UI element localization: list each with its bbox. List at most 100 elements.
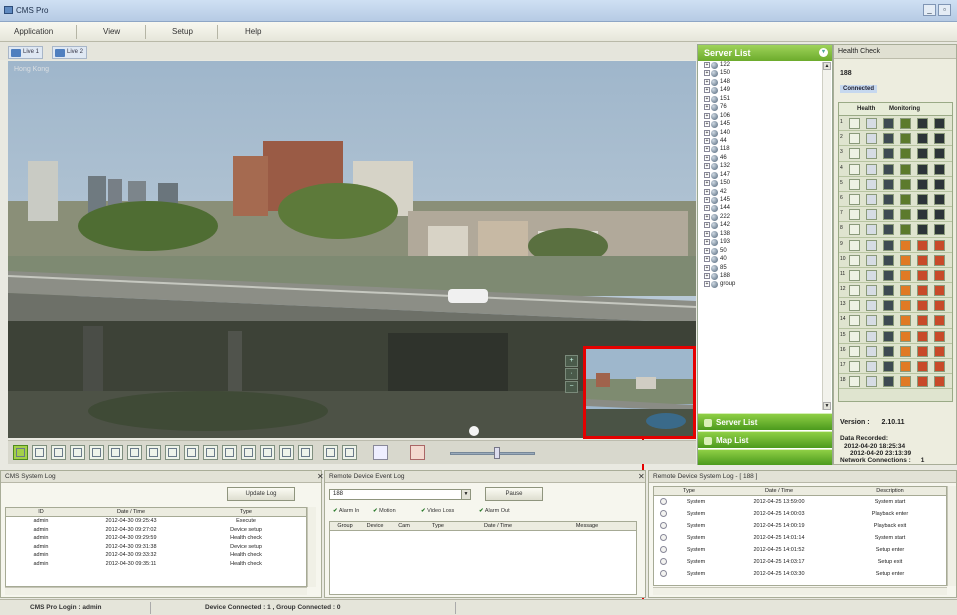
expand-icon[interactable]: +	[704, 272, 710, 279]
expand-icon[interactable]: +	[704, 70, 710, 77]
table-row[interactable]: System 2012-04-25 14:03:30 Setup enter	[654, 568, 946, 580]
collapse-icon[interactable]: ▾	[819, 48, 828, 57]
menu-setup[interactable]: Setup	[172, 27, 193, 36]
filter-alarm-out[interactable]: ✔ Alarm Out	[479, 508, 510, 514]
expand-icon[interactable]: +	[704, 281, 710, 288]
cms-log-horizontal-scrollbar[interactable]	[5, 587, 307, 595]
menu-view[interactable]: View	[103, 27, 120, 36]
server-node[interactable]: +85	[698, 264, 822, 272]
health-row[interactable]: 17	[839, 359, 952, 375]
table-row[interactable]: admin 2012-04-30 09:33:32 Health check	[6, 551, 306, 560]
close-cms-log-icon[interactable]: ✕	[317, 472, 324, 481]
scroll-down-icon[interactable]: ▼	[823, 402, 831, 410]
server-node[interactable]: +46	[698, 154, 822, 162]
table-row[interactable]: System 2012-04-25 14:00:03 Playback enter	[654, 508, 946, 520]
volume-slider-handle[interactable]	[494, 447, 500, 459]
minimize-button[interactable]: _	[923, 4, 936, 16]
picture-in-picture-preview[interactable]	[583, 346, 696, 439]
health-row[interactable]: 18	[839, 374, 952, 390]
tab-live-2[interactable]: Live 2	[52, 46, 88, 59]
expand-icon[interactable]: +	[704, 146, 710, 153]
event-device-select[interactable]: 188 ▼	[329, 489, 471, 500]
volume-slider[interactable]	[450, 452, 535, 455]
table-row[interactable]: System 2012-04-25 14:01:52 Setup enter	[654, 544, 946, 556]
health-row[interactable]: 1	[839, 116, 952, 132]
server-node[interactable]: +140	[698, 129, 822, 137]
close-event-log-icon[interactable]: ✕	[638, 472, 645, 481]
table-row[interactable]: System 2012-04-25 14:00:19 Playback exit	[654, 520, 946, 532]
cms-log-scrollbar[interactable]	[307, 507, 316, 587]
health-row[interactable]: 4	[839, 162, 952, 177]
expand-icon[interactable]: +	[704, 239, 710, 246]
restore-button[interactable]: ▫	[938, 4, 951, 16]
expand-icon[interactable]: +	[704, 87, 710, 94]
layout-1plus7-button[interactable]	[70, 445, 85, 460]
health-row[interactable]: 6	[839, 192, 952, 208]
filter-motion[interactable]: ✔ Motion	[373, 508, 396, 514]
server-node[interactable]: +44	[698, 137, 822, 145]
alarm-bell-icon[interactable]	[373, 445, 388, 460]
expand-icon[interactable]: +	[704, 197, 710, 203]
table-row[interactable]: System 2012-04-25 13:59:00 System start	[654, 496, 946, 508]
ptz-down-button[interactable]: −	[565, 381, 578, 393]
server-node[interactable]: +50	[698, 247, 822, 255]
health-row[interactable]: 9	[839, 238, 952, 253]
server-node[interactable]: +40	[698, 255, 822, 264]
expand-icon[interactable]: +	[704, 78, 710, 85]
layout-13x13-button[interactable]	[298, 445, 313, 460]
health-row[interactable]: 7	[839, 207, 952, 223]
table-row[interactable]: System 2012-04-25 14:01:14 System start	[654, 532, 946, 544]
expand-icon[interactable]: +	[704, 222, 710, 229]
server-node[interactable]: +148	[698, 78, 822, 86]
expand-icon[interactable]: +	[704, 129, 710, 136]
layout-1plus12-button[interactable]	[108, 445, 123, 460]
expand-icon[interactable]: +	[704, 163, 710, 170]
server-node[interactable]: +150	[698, 179, 822, 188]
server-node[interactable]: +138	[698, 230, 822, 238]
layout-12x12-button[interactable]	[279, 445, 294, 460]
server-node[interactable]: +222	[698, 213, 822, 221]
server-list-scrollbar[interactable]: ▲ ▼	[822, 62, 831, 410]
server-node[interactable]: +188	[698, 272, 822, 280]
device-log-horizontal-scrollbar[interactable]	[653, 587, 947, 595]
table-row[interactable]: admin 2012-04-30 09:29:59 Health check	[6, 534, 306, 543]
layout-4x4-button[interactable]	[127, 445, 142, 460]
layout-5x5-button[interactable]	[146, 445, 161, 460]
layout-3x3-button[interactable]	[89, 445, 104, 460]
map-list-button[interactable]: Map List	[698, 431, 832, 448]
server-node[interactable]: +122	[698, 61, 822, 69]
menu-application[interactable]: Application	[14, 27, 53, 36]
health-row[interactable]: 11	[839, 268, 952, 284]
layout-6x6-button[interactable]	[165, 445, 180, 460]
health-row[interactable]: 15	[839, 329, 952, 344]
health-row[interactable]: 14	[839, 313, 952, 329]
server-node[interactable]: +151	[698, 95, 822, 103]
fullscreen-icon[interactable]	[342, 445, 357, 460]
layout-11x11-button[interactable]	[260, 445, 275, 460]
layout-1plus5-button[interactable]	[51, 445, 66, 460]
expand-icon[interactable]: +	[704, 171, 710, 178]
layout-10x10-button[interactable]	[241, 445, 256, 460]
expand-icon[interactable]: +	[704, 154, 710, 161]
layout-7x7-button[interactable]	[184, 445, 199, 460]
scroll-up-icon[interactable]: ▲	[823, 62, 831, 70]
device-log-scrollbar[interactable]	[947, 486, 956, 586]
filter-video-loss[interactable]: ✔ Video Loss	[421, 508, 454, 514]
expand-icon[interactable]: +	[704, 264, 710, 271]
layout-2x2-button[interactable]	[32, 445, 47, 460]
audio-icon[interactable]	[410, 445, 425, 460]
server-node[interactable]: + group	[698, 280, 822, 289]
expand-icon[interactable]: +	[704, 95, 710, 102]
update-log-button[interactable]: Update Log	[227, 487, 295, 501]
expand-icon[interactable]: +	[704, 247, 710, 254]
health-row[interactable]: 3	[839, 146, 952, 162]
expand-icon[interactable]: +	[704, 188, 710, 195]
tab-live-1[interactable]: Live 1	[8, 46, 44, 59]
extra-list-button[interactable]	[698, 449, 832, 465]
expand-icon[interactable]: +	[704, 213, 710, 220]
table-row[interactable]: admin 2012-04-30 09:27:02 Device setup	[6, 526, 306, 535]
health-row[interactable]: 13	[839, 298, 952, 314]
server-list-button[interactable]: Server List	[698, 413, 832, 430]
server-node[interactable]: +150	[698, 69, 822, 78]
menu-help[interactable]: Help	[245, 27, 261, 36]
